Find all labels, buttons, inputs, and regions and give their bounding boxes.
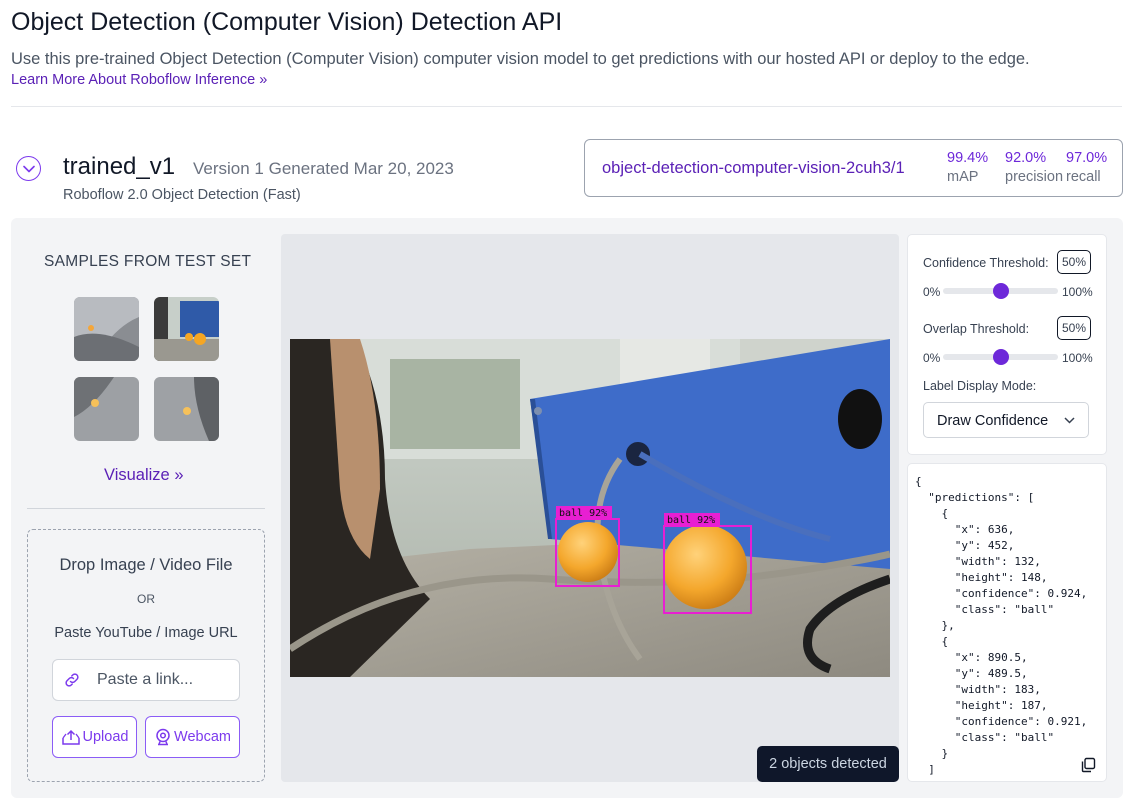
- range-max: 100%: [1062, 351, 1093, 365]
- metric-label: mAP: [947, 169, 979, 185]
- display-mode-select[interactable]: Draw Confidence: [923, 402, 1089, 438]
- webcam-icon: [156, 728, 170, 746]
- confidence-label: Confidence Threshold:: [923, 256, 1049, 270]
- confidence-slider-handle[interactable]: [992, 283, 1009, 299]
- settings-panel: Confidence Threshold: 50% 0% 100% Overla…: [907, 234, 1107, 455]
- overlap-value[interactable]: 50%: [1057, 316, 1091, 340]
- sample-thumbnail[interactable]: [74, 377, 139, 441]
- sample-thumbnail[interactable]: [74, 297, 139, 361]
- json-output-panel: { "predictions": [ { "x": 636, "y": 452,…: [907, 463, 1107, 782]
- range-max: 100%: [1062, 285, 1093, 299]
- metric-map: 99.4% mAP: [947, 150, 988, 185]
- model-id[interactable]: object-detection-computer-vision-2cuh3/1: [602, 159, 905, 178]
- prediction-image: ball 92% ball 92%: [290, 339, 890, 677]
- metric-label: recall: [1066, 169, 1101, 185]
- chevron-down-icon: [22, 165, 35, 172]
- sample-thumbnail[interactable]: [154, 297, 219, 361]
- sample-thumbnail[interactable]: [154, 377, 219, 441]
- webcam-button[interactable]: Webcam: [145, 716, 240, 758]
- metric-recall: 97.0% recall: [1066, 150, 1107, 185]
- paste-url-label: Paste YouTube / Image URL: [54, 625, 238, 641]
- webcam-label: Webcam: [174, 729, 231, 745]
- range-min: 0%: [923, 351, 941, 365]
- learn-more-link[interactable]: Learn More About Roboflow Inference »: [11, 72, 267, 88]
- visualize-link[interactable]: Visualize »: [104, 466, 184, 485]
- page-subtitle: Use this pre-trained Object Detection (C…: [11, 50, 1030, 68]
- paste-link-field[interactable]: [52, 659, 240, 701]
- collapse-version-button[interactable]: [16, 156, 41, 181]
- overlap-label: Overlap Threshold:: [923, 322, 1030, 336]
- metric-value: 92.0%: [1005, 150, 1047, 166]
- detection-count-badge: 2 objects detected: [757, 746, 899, 782]
- page: Object Detection (Computer Vision) Detec…: [0, 0, 1142, 811]
- samples-title: SAMPLES FROM TEST SET: [44, 253, 252, 270]
- metric-value: 99.4%: [947, 150, 989, 166]
- drop-or: OR: [137, 592, 155, 606]
- drop-title: Drop Image / Video File: [59, 556, 233, 574]
- display-mode-value: Draw Confidence: [937, 413, 1049, 429]
- samples-divider: [27, 508, 265, 509]
- overlap-slider-handle[interactable]: [992, 349, 1009, 365]
- chevron-down-icon: [1064, 417, 1075, 424]
- metric-label: precision: [1005, 169, 1064, 185]
- metric-precision: 92.0% precision: [1005, 150, 1063, 185]
- header-divider: [11, 106, 1122, 107]
- model-type: Roboflow 2.0 Object Detection (Fast): [63, 187, 301, 203]
- json-output: { "predictions": [ { "x": 636, "y": 452,…: [915, 475, 1088, 781]
- metric-value: 97.0%: [1066, 150, 1108, 166]
- range-min: 0%: [923, 285, 941, 299]
- display-mode-label: Label Display Mode:: [923, 379, 1037, 393]
- copy-icon[interactable]: [1080, 757, 1096, 773]
- upload-button[interactable]: Upload: [52, 716, 137, 758]
- link-icon: [65, 673, 79, 687]
- upload-icon: [61, 729, 80, 745]
- version-meta: Version 1 Generated Mar 20, 2023: [193, 159, 454, 178]
- detection-label: ball 92%: [559, 508, 607, 519]
- detection-label: ball 92%: [667, 515, 715, 526]
- version-name: trained_v1: [63, 153, 176, 180]
- confidence-value[interactable]: 50%: [1057, 250, 1091, 274]
- page-title: Object Detection (Computer Vision) Detec…: [11, 8, 563, 36]
- file-drop-zone[interactable]: Drop Image / Video File OR Paste YouTube…: [27, 529, 265, 782]
- confidence-slider[interactable]: [943, 283, 1058, 299]
- model-info-card: object-detection-computer-vision-2cuh3/1…: [584, 139, 1123, 197]
- paste-link-input[interactable]: [97, 669, 233, 691]
- overlap-slider[interactable]: [943, 349, 1058, 365]
- upload-label: Upload: [82, 729, 129, 745]
